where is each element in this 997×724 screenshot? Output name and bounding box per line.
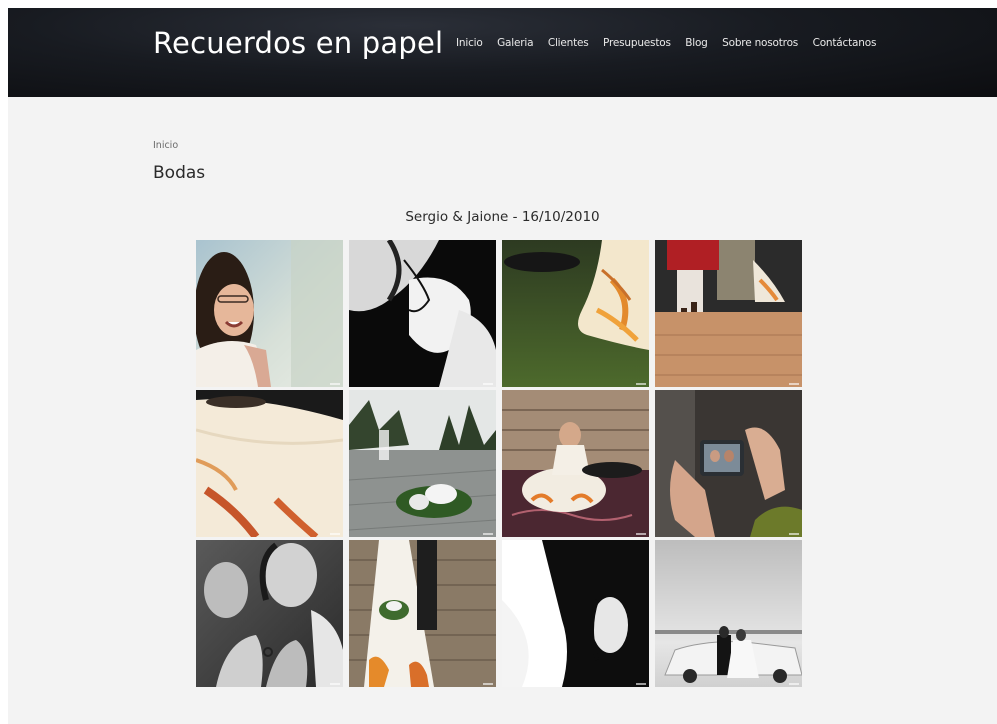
gallery-photo-bride-profile[interactable] [502,540,649,687]
site-logo[interactable]: Recuerdos en papel [153,26,443,60]
nav-item-galeria[interactable]: Galeria [497,37,533,49]
photo-gallery [196,240,802,687]
nav-item-sobre-nosotros[interactable]: Sobre nosotros [722,37,798,49]
nav-item-presupuestos[interactable]: Presupuestos [603,37,671,49]
gallery-photo-hands-rings[interactable] [196,540,343,687]
gallery-photo-smiling-woman[interactable] [196,240,343,387]
page: Recuerdos en papel Inicio Galeria Client… [8,8,997,724]
nav-item-contactanos[interactable]: Contáctanos [813,37,877,49]
gallery-photo-bride-groom-lying[interactable] [502,390,649,537]
gallery-photo-dancers-pavement[interactable] [655,240,802,387]
gallery-photo-couple-by-car[interactable] [655,540,802,687]
nav-item-inicio[interactable]: Inicio [456,37,483,49]
album-title: Sergio & Jaione - 16/10/2010 [405,209,600,225]
site-header: Recuerdos en papel Inicio Galeria Client… [8,8,997,97]
gallery-photo-dress-detail[interactable] [196,390,343,537]
nav-item-blog[interactable]: Blog [685,37,708,49]
nav-item-clientes[interactable]: Clientes [548,37,589,49]
gallery-photo-bouquet-ground[interactable] [349,390,496,537]
breadcrumb[interactable]: Inicio [153,140,178,151]
gallery-photo-phone-selfie[interactable] [655,390,802,537]
main-nav: Inicio Galeria Clientes Presupuestos Blo… [456,37,891,49]
gallery-photo-dress-grass[interactable] [502,240,649,387]
gallery-photo-bride-bouquet[interactable] [349,540,496,687]
page-title: Bodas [153,163,206,183]
gallery-photo-couple-kiss[interactable] [349,240,496,387]
